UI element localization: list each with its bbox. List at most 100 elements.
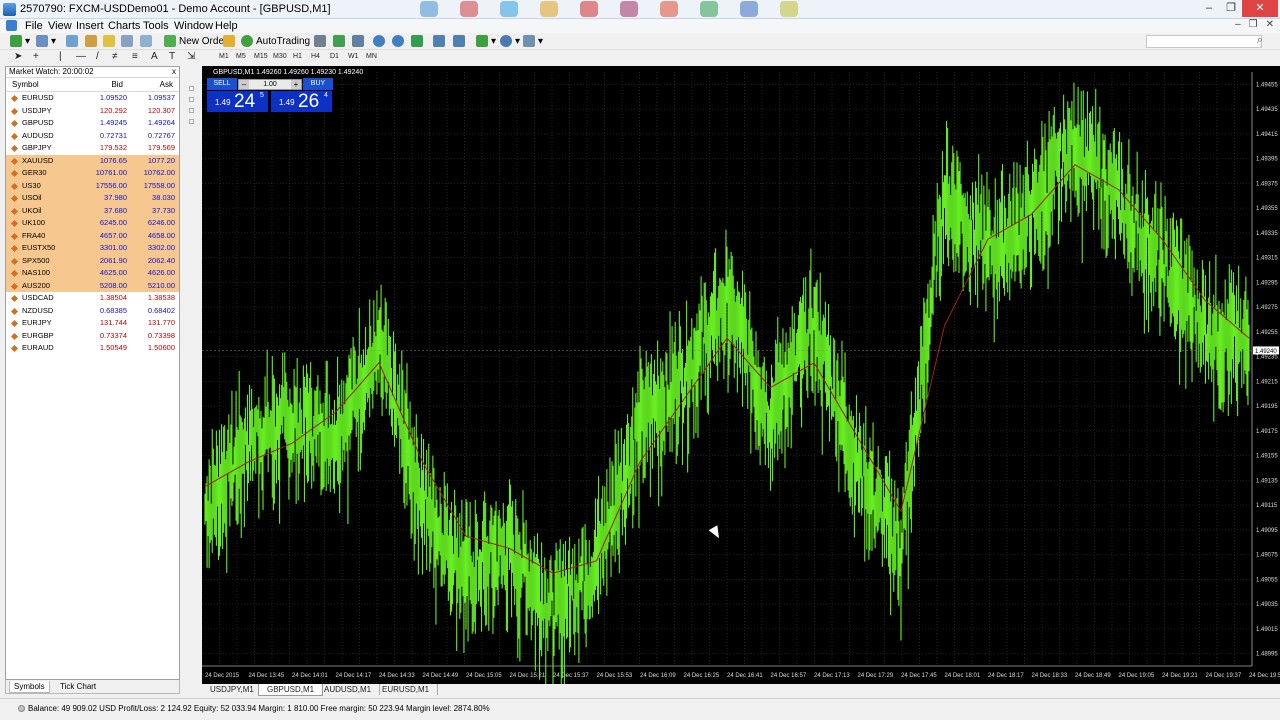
- market-watch-row[interactable]: AUS200 5208.00 5210.00: [6, 279, 179, 292]
- column-ask[interactable]: Ask: [160, 78, 173, 92]
- data-window-button[interactable]: [85, 34, 97, 48]
- market-watch-row[interactable]: NZDUSD 0.68385 0.68402: [6, 305, 179, 318]
- menu-file[interactable]: File: [25, 20, 43, 32]
- sell-button[interactable]: SELL: [207, 78, 237, 90]
- indicators-button[interactable]: ▾: [476, 34, 496, 48]
- strategy-tester-button[interactable]: [140, 34, 152, 48]
- market-watch-row[interactable]: US30 17556.00 17558.00: [6, 179, 179, 192]
- ask-price: 3302.00: [147, 243, 175, 252]
- metaeditor-button[interactable]: [223, 34, 235, 48]
- timeframe-m5[interactable]: M5: [236, 53, 246, 60]
- panel-splitter[interactable]: [187, 80, 195, 150]
- market-watch-row[interactable]: EURUSD 1.09520 1.09537: [6, 92, 179, 105]
- menu-view[interactable]: View: [48, 20, 72, 32]
- market-watch-row[interactable]: USDCAD 1.38504 1.38538: [6, 292, 179, 305]
- buy-price-box[interactable]: 1.49 26 4: [271, 91, 332, 112]
- menu-charts[interactable]: Charts: [108, 20, 140, 32]
- mdi-restore-button[interactable]: ❐: [1249, 19, 1258, 30]
- market-watch-row[interactable]: SPX500 2061.90 2062.40: [6, 254, 179, 267]
- buy-button[interactable]: BUY: [303, 78, 333, 90]
- market-watch-close-icon[interactable]: x: [172, 67, 176, 77]
- lot-increase-button[interactable]: +: [291, 80, 301, 89]
- search-input[interactable]: ⌕: [1146, 34, 1263, 48]
- symbol-name: EURGBP: [22, 330, 54, 340]
- market-watch-row[interactable]: XAUUSD 1076.65 1077.20: [6, 154, 179, 167]
- market-watch-row[interactable]: USOil 37.980 38.030: [6, 192, 179, 205]
- zoom-in-button[interactable]: [373, 34, 385, 48]
- market-watch-row[interactable]: FRA40 4657.00 4658.00: [6, 229, 179, 242]
- terminal-button[interactable]: [121, 34, 133, 48]
- text-label-icon[interactable]: T: [169, 51, 175, 62]
- minimize-button[interactable]: –: [1198, 0, 1220, 17]
- market-watch-row[interactable]: EURJPY 131.744 131.770: [6, 317, 179, 330]
- symbol-status-icon: [10, 269, 19, 278]
- navigator-button[interactable]: [103, 34, 115, 48]
- candlestick-button[interactable]: [333, 34, 345, 48]
- vertical-line-icon[interactable]: |: [59, 51, 62, 62]
- tab-usdjpy-m1[interactable]: USDJPY,M1: [202, 684, 263, 695]
- timeframe-m30[interactable]: M30: [273, 53, 287, 60]
- periods-button[interactable]: ▾: [500, 34, 520, 48]
- autotrading-button[interactable]: AutoTrading: [241, 34, 310, 48]
- ask-price: 1.50600: [147, 343, 175, 352]
- chart-shift-button[interactable]: [433, 34, 445, 48]
- tab-gbpusd-m1[interactable]: GBPUSD,M1: [258, 684, 324, 696]
- fibonacci-icon[interactable]: ≡: [132, 51, 138, 62]
- tab-symbols[interactable]: Symbols: [9, 681, 50, 693]
- close-button[interactable]: ✕: [1242, 0, 1278, 17]
- x-tick-label: 24 Dec 16:41: [727, 673, 763, 679]
- text-tool-icon[interactable]: A: [151, 51, 158, 62]
- tab-eurusd-m1[interactable]: EURUSD,M1: [374, 684, 439, 695]
- timeframe-w1[interactable]: W1: [348, 53, 359, 60]
- menu-window[interactable]: Window: [174, 20, 213, 32]
- timeframe-m15[interactable]: M15: [254, 53, 268, 60]
- market-watch-row[interactable]: UKOil 37.680 37.730: [6, 204, 179, 217]
- bar-chart-button[interactable]: [314, 34, 326, 48]
- market-watch-row[interactable]: EURAUD 1.50549 1.50600: [6, 342, 179, 355]
- column-bid[interactable]: Bid: [111, 78, 123, 92]
- menu-help[interactable]: Help: [215, 20, 238, 32]
- mdi-minimize-button[interactable]: –: [1235, 19, 1241, 30]
- timeframe-mn[interactable]: MN: [366, 53, 377, 60]
- market-watch-row[interactable]: EURGBP 0.73374 0.73398: [6, 330, 179, 343]
- new-chart-button[interactable]: ▾: [10, 34, 30, 48]
- timeframe-d1[interactable]: D1: [330, 53, 339, 60]
- crosshair-tool-icon[interactable]: +: [33, 51, 39, 62]
- market-watch-row[interactable]: GBPUSD 1.49245 1.49264: [6, 117, 179, 130]
- market-watch-row[interactable]: UK100 6245.00 6246.00: [6, 217, 179, 230]
- channel-icon[interactable]: ≠: [112, 51, 118, 62]
- market-watch-row[interactable]: NAS100 4625.00 4626.00: [6, 267, 179, 280]
- market-watch-row[interactable]: USDJPY 120.292 120.307: [6, 105, 179, 118]
- lot-decrease-button[interactable]: –: [239, 80, 249, 89]
- tab-audusd-m1[interactable]: AUDUSD,M1: [316, 684, 381, 695]
- timeframe-h4[interactable]: H4: [311, 53, 320, 60]
- mdi-close-button[interactable]: ✕: [1266, 19, 1274, 30]
- tile-windows-button[interactable]: [411, 34, 423, 48]
- market-watch-row[interactable]: AUDUSD 0.72731 0.72767: [6, 130, 179, 143]
- timeframe-m1[interactable]: M1: [219, 53, 229, 60]
- menu-tools[interactable]: Tools: [143, 20, 169, 32]
- tab-tick-chart[interactable]: Tick Chart: [56, 681, 100, 692]
- templates-button[interactable]: ▾: [523, 34, 543, 48]
- arrows-icon[interactable]: ⇲: [187, 51, 195, 62]
- market-watch-row[interactable]: GER30 10761.00 10762.00: [6, 167, 179, 180]
- column-symbol[interactable]: Symbol: [12, 78, 39, 92]
- trendline-icon[interactable]: /: [96, 51, 99, 62]
- auto-scroll-button[interactable]: [453, 34, 465, 48]
- line-chart-button[interactable]: [352, 34, 364, 48]
- chart-window[interactable]: 1.49455 1.49435 1.49415 1.49395 1.49375 1.493…: [202, 66, 1280, 684]
- market-watch-row[interactable]: EUSTX50 3301.00 3302.00: [6, 242, 179, 255]
- new-order-button[interactable]: New Order: [164, 34, 227, 48]
- lot-size-input[interactable]: – 1.00 +: [238, 79, 302, 90]
- timeframe-h1[interactable]: H1: [293, 53, 302, 60]
- market-watch-button[interactable]: [66, 34, 78, 48]
- maximize-button[interactable]: ❐: [1220, 0, 1242, 17]
- search-icon[interactable]: ⌕: [1257, 34, 1263, 47]
- horizontal-line-icon[interactable]: —: [76, 51, 86, 62]
- sell-price-box[interactable]: 1.49 24 5: [207, 91, 268, 112]
- market-watch-row[interactable]: GBPJPY 179.532 179.569: [6, 142, 179, 155]
- zoom-out-button[interactable]: [392, 34, 404, 48]
- profiles-button[interactable]: ▾: [36, 34, 56, 48]
- menu-insert[interactable]: Insert: [76, 20, 104, 32]
- cursor-tool-icon[interactable]: ➤: [14, 51, 22, 62]
